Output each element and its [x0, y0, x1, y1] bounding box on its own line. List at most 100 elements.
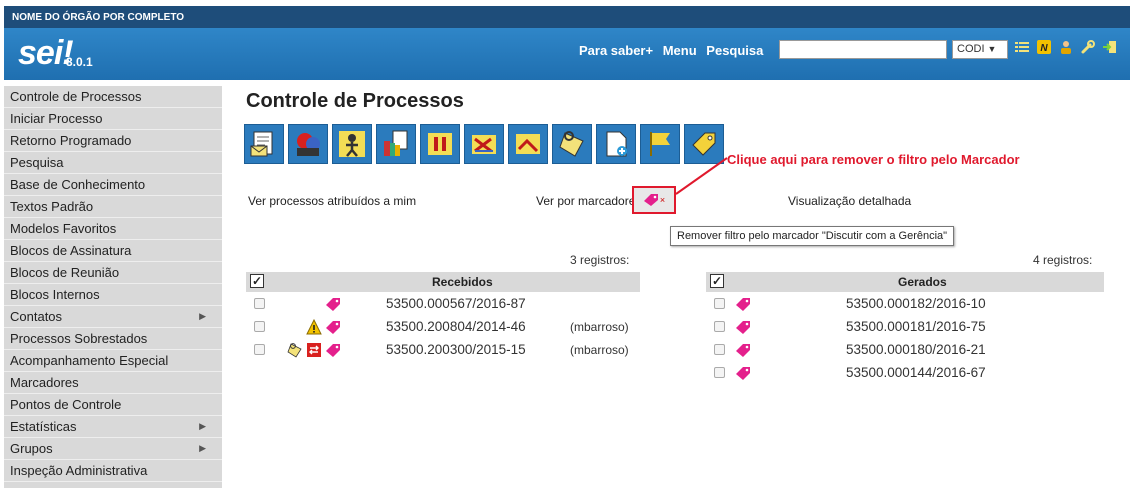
tag-icon[interactable] [325, 319, 341, 338]
row-checkbox[interactable] [714, 298, 725, 309]
row-checkbox[interactable] [714, 321, 725, 332]
process-number-link[interactable]: 53500.000144/2016-67 [846, 365, 986, 380]
row-icons [735, 365, 751, 384]
tag-icon [692, 132, 716, 156]
tag-icon[interactable] [735, 342, 751, 361]
sidebar-item-label: Controle de Processos [10, 89, 142, 104]
return-icon[interactable] [306, 342, 322, 361]
row-checkbox[interactable] [714, 344, 725, 355]
sidebar-item-label: Grupos [10, 441, 53, 456]
row-icons [306, 319, 341, 338]
chevron-right-icon: ▶ [199, 421, 206, 431]
sidebar-item-16[interactable]: Grupos ▶ [4, 438, 222, 460]
table-row: 53500.000567/2016-87 [250, 294, 640, 316]
generated-table-header: ✓ Gerados [706, 272, 1104, 292]
page-title: Controle de Processos [246, 90, 464, 112]
sidebar-item-10[interactable]: Contatos ▶ [4, 306, 222, 328]
link-pesquisa[interactable]: Pesquisa [706, 43, 763, 58]
row-checkbox[interactable] [714, 367, 725, 378]
flag-button[interactable] [640, 124, 680, 164]
row-checkbox[interactable] [254, 321, 265, 332]
sei-logo[interactable]: sei! [18, 34, 74, 73]
process-number-link[interactable]: 53500.200804/2014-46 [386, 319, 526, 334]
list-icon[interactable] [1014, 39, 1030, 57]
assign-process-button[interactable] [332, 124, 372, 164]
sidebar-item-8[interactable]: Blocos de Reunião [4, 262, 222, 284]
select-all-received-checkbox[interactable]: ✓ [250, 274, 264, 288]
process-number-link[interactable]: 53500.000181/2016-75 [846, 319, 986, 334]
tag-icon[interactable] [735, 319, 751, 338]
filter-assigned-link[interactable]: Ver processos atribuídos a mim [248, 194, 416, 208]
sidebar-item-label: Processos Sobrestados [10, 331, 148, 346]
sidebar-item-label: Marcadores [10, 375, 79, 390]
conclude-button[interactable] [464, 124, 504, 164]
tag-icon[interactable] [735, 296, 751, 315]
send-process-button[interactable] [244, 124, 284, 164]
flag-icon [650, 132, 670, 156]
sobrestar-button[interactable] [420, 124, 460, 164]
notes-button[interactable] [552, 124, 592, 164]
sidebar-item-0[interactable]: Controle de Processos [4, 86, 222, 108]
select-all-generated-checkbox[interactable]: ✓ [710, 274, 724, 288]
row-checkbox[interactable] [254, 298, 265, 309]
row-checkbox[interactable] [254, 344, 265, 355]
no-access-icon [516, 134, 540, 154]
assigned-user[interactable]: (mbarroso) [570, 320, 629, 334]
tool-icons: N [1014, 39, 1118, 57]
generated-header-label: Gerados [898, 275, 947, 289]
filter-by-tags-link[interactable]: Ver por marcadores [536, 194, 641, 208]
sidebar-item-12[interactable]: Acompanhamento Especial [4, 350, 222, 372]
sidebar-item-4[interactable]: Base de Conhecimento [4, 174, 222, 196]
sidebar-item-6[interactable]: Modelos Favoritos [4, 218, 222, 240]
detailed-view-link[interactable]: Visualização detalhada [788, 194, 911, 208]
row-icons [287, 342, 341, 361]
assigned-user[interactable]: (mbarroso) [570, 343, 629, 357]
user-icon[interactable] [1058, 39, 1074, 57]
sidebar-item-11[interactable]: Processos Sobrestados [4, 328, 222, 350]
sidebar-item-label: Acompanhamento Especial [10, 353, 169, 368]
search-input[interactable] [779, 40, 947, 59]
notes-icon [559, 131, 584, 157]
sidebar-item-label: Base de Conhecimento [10, 177, 146, 192]
update-progress-button[interactable] [288, 124, 328, 164]
sidebar-item-1[interactable]: Iniciar Processo [4, 108, 222, 130]
sidebar-item-7[interactable]: Blocos de Assinatura [4, 240, 222, 262]
sidebar-item-9[interactable]: Blocos Internos [4, 284, 222, 306]
tag-icon[interactable] [325, 296, 341, 315]
process-number-link[interactable]: 53500.000567/2016-87 [386, 296, 526, 311]
sidebar-item-3[interactable]: Pesquisa [4, 152, 222, 174]
sidebar-item-14[interactable]: Pontos de Controle [4, 394, 222, 416]
process-number-link[interactable]: 53500.000180/2016-21 [846, 342, 986, 357]
process-number-link[interactable]: 53500.000182/2016-10 [846, 296, 986, 311]
document-icon [384, 130, 408, 156]
table-row: 53500.000144/2016-67 [710, 363, 1104, 385]
link-para-saber[interactable]: Para saber+ [579, 43, 653, 58]
sidebar-item-label: Modelos Favoritos [10, 221, 117, 236]
wrench-icon[interactable] [1080, 39, 1096, 57]
remove-tag-filter-button[interactable]: × [632, 186, 676, 214]
unit-select[interactable]: CODI ▼ [952, 40, 1008, 59]
send-process-icon [250, 131, 273, 157]
warning-icon[interactable] [306, 319, 322, 338]
sidebar-item-15[interactable]: Estatísticas ▶ [4, 416, 222, 438]
notes-icon[interactable]: N [1036, 39, 1052, 57]
sidebar-item-13[interactable]: Marcadores [4, 372, 222, 394]
no-access-button[interactable] [508, 124, 548, 164]
top-links: Para saber+ Menu Pesquisa [579, 43, 769, 58]
tag-icon[interactable] [735, 365, 751, 384]
process-number-link[interactable]: 53500.200300/2015-15 [386, 342, 526, 357]
sidebar-item-label: Blocos de Reunião [10, 265, 120, 280]
link-menu[interactable]: Menu [663, 43, 697, 58]
tag-icon[interactable] [325, 342, 341, 361]
note-icon[interactable] [287, 342, 303, 361]
sidebar-item-5[interactable]: Textos Padrão [4, 196, 222, 218]
sidebar-item-2[interactable]: Retorno Programado [4, 130, 222, 152]
sidebar-item-label: Retorno Programado [10, 133, 132, 148]
exit-icon[interactable] [1102, 39, 1118, 57]
sidebar-item-17[interactable]: Inspeção Administrativa [4, 460, 222, 482]
new-document-button[interactable] [596, 124, 636, 164]
sidebar-item-label: Blocos Internos [10, 287, 100, 302]
tag-button[interactable] [684, 124, 724, 164]
document-button[interactable] [376, 124, 416, 164]
new-document-icon [606, 131, 627, 157]
